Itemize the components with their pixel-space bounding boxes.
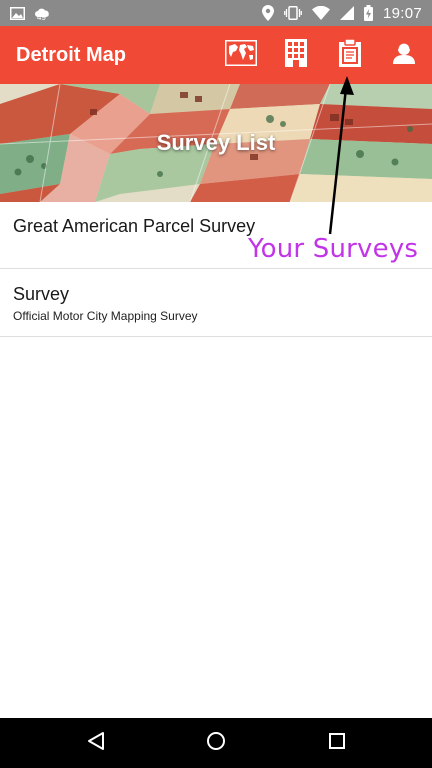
clipboard-icon xyxy=(339,37,361,72)
world-map-icon xyxy=(224,39,258,71)
status-bar-right: 19:07 xyxy=(261,0,422,26)
signal-icon xyxy=(339,6,354,20)
banner-title: Survey List xyxy=(156,130,276,155)
location-icon xyxy=(261,5,274,21)
survey-list-item[interactable]: Survey Official Motor City Mapping Surve… xyxy=(0,269,432,337)
temperature-label: 49° xyxy=(37,12,50,22)
back-icon xyxy=(87,731,105,756)
status-bar-left: 49° xyxy=(10,0,49,26)
survey-list: Great American Parcel Survey Survey Offi… xyxy=(0,202,432,337)
survey-list-banner: Survey List xyxy=(0,84,432,202)
survey-title: Great American Parcel Survey xyxy=(13,216,256,236)
home-button[interactable] xyxy=(188,718,244,768)
account-button[interactable] xyxy=(382,26,426,84)
status-bar: 49° 19:07 xyxy=(0,0,432,26)
building-icon xyxy=(285,38,307,72)
survey-title: Survey xyxy=(13,284,70,304)
navigation-bar xyxy=(0,718,432,768)
map-button[interactable] xyxy=(219,26,263,84)
recent-apps-icon xyxy=(328,732,346,755)
surveys-button[interactable] xyxy=(328,26,372,84)
status-clock: 19:07 xyxy=(382,4,422,22)
app-bar: Detroit Map xyxy=(0,26,432,84)
image-icon xyxy=(10,6,25,20)
annotation-label: Your Surveys xyxy=(248,234,419,264)
wifi-icon xyxy=(311,6,330,20)
battery-charging-icon xyxy=(363,5,373,21)
account-icon xyxy=(393,41,415,69)
app-title: Detroit Map xyxy=(16,44,126,66)
home-icon xyxy=(206,731,226,756)
buildings-button[interactable] xyxy=(274,26,318,84)
survey-subtitle: Official Motor City Mapping Survey xyxy=(13,309,198,323)
vibrate-icon xyxy=(284,6,302,20)
back-button[interactable] xyxy=(68,718,124,768)
recent-apps-button[interactable] xyxy=(309,718,365,768)
